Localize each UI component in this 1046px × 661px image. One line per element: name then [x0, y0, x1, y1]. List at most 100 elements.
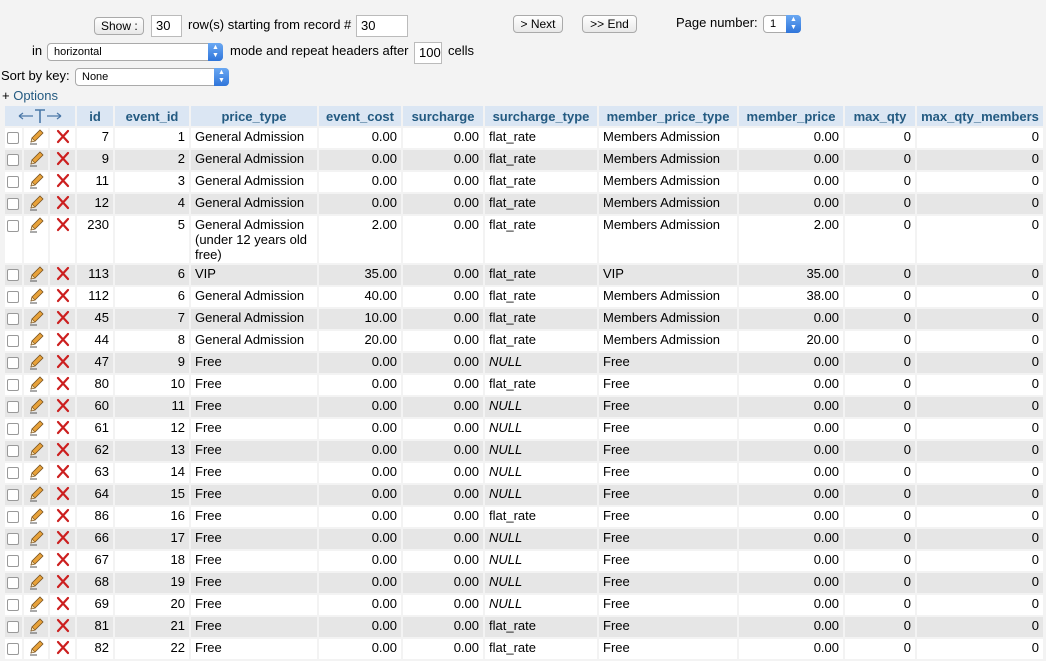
cell-id[interactable]: 80: [77, 375, 113, 395]
cell-member-price-type[interactable]: Members Admission: [599, 287, 737, 307]
cell-max-qty-members[interactable]: 0: [917, 397, 1043, 417]
cell-surcharge[interactable]: 0.00: [403, 639, 483, 659]
options-link[interactable]: Options: [13, 88, 58, 103]
cell-id[interactable]: 64: [77, 485, 113, 505]
cell-member-price-type[interactable]: Free: [599, 639, 737, 659]
cell-event-cost[interactable]: 2.00: [319, 216, 401, 263]
cell-member-price-type[interactable]: Members Admission: [599, 194, 737, 214]
sort-select[interactable]: None ▲ ▼: [75, 68, 229, 86]
cell-surcharge-type[interactable]: NULL: [485, 419, 597, 439]
row-checkbox[interactable]: [7, 198, 20, 210]
cell-member-price[interactable]: 0.00: [739, 397, 843, 417]
cell-surcharge[interactable]: 0.00: [403, 216, 483, 263]
cell-id[interactable]: 113: [77, 265, 113, 285]
row-checkbox[interactable]: [7, 489, 20, 501]
cell-price-type[interactable]: Free: [191, 639, 317, 659]
cell-member-price[interactable]: 0.00: [739, 375, 843, 395]
cell-max-qty[interactable]: 0: [845, 375, 915, 395]
cell-max-qty-members[interactable]: 0: [917, 128, 1043, 148]
options-toggle[interactable]: + Options: [2, 88, 58, 103]
cell-surcharge-type[interactable]: flat_rate: [485, 128, 597, 148]
cell-surcharge[interactable]: 0.00: [403, 353, 483, 373]
delete-x-icon[interactable]: [54, 375, 72, 391]
cell-member-price[interactable]: 35.00: [739, 265, 843, 285]
cell-price-type[interactable]: General Admission: [191, 194, 317, 214]
pencil-icon[interactable]: [27, 397, 45, 414]
cell-id[interactable]: 60: [77, 397, 113, 417]
cell-member-price[interactable]: 0.00: [739, 441, 843, 461]
pencil-icon[interactable]: [27, 441, 45, 458]
cell-event-cost[interactable]: 0.00: [319, 639, 401, 659]
cell-surcharge[interactable]: 0.00: [403, 172, 483, 192]
cell-event-id[interactable]: 3: [115, 172, 189, 192]
row-checkbox[interactable]: [7, 269, 20, 281]
cell-price-type[interactable]: Free: [191, 463, 317, 483]
delete-x-icon[interactable]: [54, 485, 72, 501]
cell-event-id[interactable]: 17: [115, 529, 189, 549]
cell-event-cost[interactable]: 0.00: [319, 551, 401, 571]
cell-event-cost[interactable]: 0.00: [319, 128, 401, 148]
cell-max-qty-members[interactable]: 0: [917, 529, 1043, 549]
cell-member-price[interactable]: 20.00: [739, 331, 843, 351]
pencil-icon[interactable]: [27, 529, 45, 546]
cell-member-price-type[interactable]: Free: [599, 551, 737, 571]
cell-member-price[interactable]: 0.00: [739, 573, 843, 593]
cell-surcharge[interactable]: 0.00: [403, 265, 483, 285]
delete-x-icon[interactable]: [54, 573, 72, 589]
row-checkbox[interactable]: [7, 335, 20, 347]
cell-max-qty[interactable]: 0: [845, 353, 915, 373]
cell-max-qty[interactable]: 0: [845, 287, 915, 307]
delete-x-icon[interactable]: [54, 287, 72, 303]
end-button[interactable]: >> End: [582, 15, 637, 33]
cell-surcharge-type[interactable]: NULL: [485, 353, 597, 373]
cell-price-type[interactable]: General Admission: [191, 331, 317, 351]
cell-surcharge-type[interactable]: flat_rate: [485, 150, 597, 170]
cell-surcharge-type[interactable]: flat_rate: [485, 507, 597, 527]
column-arrows-header[interactable]: [5, 106, 75, 126]
cell-max-qty-members[interactable]: 0: [917, 485, 1043, 505]
cell-event-id[interactable]: 12: [115, 419, 189, 439]
cell-member-price-type[interactable]: Free: [599, 485, 737, 505]
column-header-price-type[interactable]: price_type: [191, 106, 317, 126]
cell-max-qty-members[interactable]: 0: [917, 194, 1043, 214]
cell-surcharge[interactable]: 0.00: [403, 463, 483, 483]
cell-member-price-type[interactable]: Free: [599, 617, 737, 637]
row-checkbox[interactable]: [7, 423, 20, 435]
row-checkbox[interactable]: [7, 533, 20, 545]
cell-price-type[interactable]: Free: [191, 397, 317, 417]
cell-member-price-type[interactable]: Free: [599, 463, 737, 483]
cell-max-qty-members[interactable]: 0: [917, 441, 1043, 461]
pencil-icon[interactable]: [27, 331, 45, 348]
cell-max-qty-members[interactable]: 0: [917, 150, 1043, 170]
cell-id[interactable]: 11: [77, 172, 113, 192]
cell-surcharge[interactable]: 0.00: [403, 419, 483, 439]
cell-max-qty[interactable]: 0: [845, 397, 915, 417]
cell-max-qty-members[interactable]: 0: [917, 595, 1043, 615]
cell-event-id[interactable]: 8: [115, 331, 189, 351]
cell-event-id[interactable]: 7: [115, 309, 189, 329]
cell-id[interactable]: 69: [77, 595, 113, 615]
delete-x-icon[interactable]: [54, 353, 72, 369]
cell-max-qty[interactable]: 0: [845, 309, 915, 329]
cell-member-price-type[interactable]: Free: [599, 441, 737, 461]
cell-event-cost[interactable]: 0.00: [319, 397, 401, 417]
cell-price-type[interactable]: General Admission: [191, 128, 317, 148]
cell-surcharge-type[interactable]: flat_rate: [485, 309, 597, 329]
column-header-surcharge-type[interactable]: surcharge_type: [485, 106, 597, 126]
cell-surcharge-type[interactable]: flat_rate: [485, 331, 597, 351]
cell-surcharge[interactable]: 0.00: [403, 375, 483, 395]
cell-member-price-type[interactable]: Free: [599, 353, 737, 373]
repeat-headers-input[interactable]: 100: [414, 42, 442, 64]
cell-max-qty[interactable]: 0: [845, 529, 915, 549]
cell-member-price[interactable]: 38.00: [739, 287, 843, 307]
cell-max-qty-members[interactable]: 0: [917, 375, 1043, 395]
cell-member-price[interactable]: 0.00: [739, 194, 843, 214]
cell-member-price[interactable]: 0.00: [739, 617, 843, 637]
cell-event-cost[interactable]: 0.00: [319, 573, 401, 593]
cell-event-cost[interactable]: 0.00: [319, 441, 401, 461]
cell-surcharge-type[interactable]: NULL: [485, 485, 597, 505]
cell-max-qty-members[interactable]: 0: [917, 331, 1043, 351]
cell-id[interactable]: 112: [77, 287, 113, 307]
cell-event-id[interactable]: 22: [115, 639, 189, 659]
column-header-max-qty-members[interactable]: max_qty_members: [917, 106, 1043, 126]
